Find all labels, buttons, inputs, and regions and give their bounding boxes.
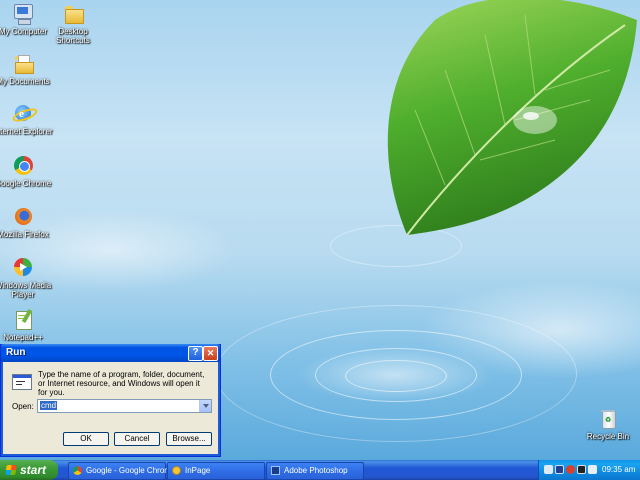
- folder-icon: [62, 3, 84, 25]
- taskbar-item-label: Adobe Photoshop: [284, 466, 348, 475]
- desktop-icon-label: Desktop Shortcuts: [56, 27, 90, 45]
- run-dialog[interactable]: Run ? ✕ Type the name of a program, fold…: [0, 344, 221, 457]
- security-icon[interactable]: [566, 465, 575, 474]
- taskbar-item-label: InPage: [185, 466, 211, 475]
- clock[interactable]: 09:35 am: [602, 460, 635, 480]
- start-button[interactable]: start: [0, 460, 58, 480]
- taskbar: start Google - Google Chrome InPage Adob…: [0, 460, 640, 480]
- photoshop-icon: [271, 466, 280, 475]
- desktop-icon-mozilla-firefox[interactable]: Mozilla Firefox: [0, 206, 53, 239]
- browse-button[interactable]: Browse...: [166, 432, 212, 446]
- taskbar-item-label: Google - Google Chrome: [86, 466, 176, 475]
- system-tray: 09:35 am: [538, 460, 640, 480]
- close-button[interactable]: ✕: [203, 346, 218, 361]
- inpage-icon: [172, 466, 181, 475]
- network-icon[interactable]: [544, 465, 553, 474]
- desktop-icon-windows-media-player[interactable]: Windows Media Player: [0, 257, 53, 299]
- desktop-icon-internet-explorer[interactable]: e Internet Explorer: [0, 103, 53, 136]
- ok-button[interactable]: OK: [63, 432, 109, 446]
- desktop-icon-label: Google Chrome: [0, 179, 52, 188]
- windows-logo-icon: [5, 465, 17, 475]
- firefox-icon: [12, 206, 34, 228]
- desktop-icon-recycle-bin[interactable]: ♻ Recycle Bin: [578, 408, 638, 441]
- desktop-icon-label: Notepad++: [3, 333, 43, 342]
- help-button[interactable]: ?: [188, 346, 203, 361]
- cancel-button[interactable]: Cancel: [114, 432, 160, 446]
- desktop-icon-my-documents[interactable]: My Documents: [0, 53, 53, 86]
- taskbar-item-inpage[interactable]: InPage: [167, 462, 265, 480]
- recycle-bin-icon: ♻: [597, 408, 619, 430]
- leaf-wallpaper-graphic: [387, 0, 637, 236]
- desktop-icon-label: Mozilla Firefox: [0, 230, 49, 239]
- desktop-icon-label: Recycle Bin: [586, 432, 630, 441]
- desktop-icon-label: My Documents: [0, 77, 50, 86]
- display-icon[interactable]: [588, 465, 597, 474]
- desktop-icon-google-chrome[interactable]: Google Chrome: [0, 155, 53, 188]
- chevron-down-icon[interactable]: [199, 400, 211, 412]
- taskbar-item-chrome[interactable]: Google - Google Chrome: [68, 462, 175, 480]
- run-dialog-body: Type the name of a program, folder, docu…: [4, 362, 217, 453]
- chrome-icon: [73, 466, 82, 475]
- computer-icon: [12, 3, 34, 25]
- water-ripple-decoration: [215, 305, 577, 442]
- chrome-icon: [12, 155, 34, 177]
- desktop-icon-label: Windows Media Player: [0, 281, 52, 299]
- run-program-icon: [12, 374, 32, 390]
- open-label: Open:: [12, 402, 34, 411]
- open-combobox[interactable]: cmd: [37, 399, 212, 413]
- start-label: start: [20, 463, 47, 477]
- open-input-value[interactable]: cmd: [40, 401, 58, 410]
- app-tray-icon[interactable]: [577, 465, 586, 474]
- run-dialog-titlebar[interactable]: Run ? ✕: [1, 344, 220, 362]
- desktop-icon-desktop-shortcuts[interactable]: Desktop Shortcuts: [43, 3, 103, 45]
- internet-explorer-icon: e: [11, 103, 39, 125]
- desktop-icon-notepad-plus-plus[interactable]: Notepad++: [0, 308, 53, 342]
- documents-folder-icon: [12, 53, 34, 75]
- taskbar-item-photoshop[interactable]: Adobe Photoshop: [266, 462, 364, 480]
- media-player-icon: [12, 257, 34, 279]
- run-description: Type the name of a program, folder, docu…: [38, 370, 205, 397]
- volume-icon[interactable]: [555, 465, 564, 474]
- desktop-icon-label: Internet Explorer: [0, 127, 53, 136]
- run-dialog-title: Run: [6, 347, 26, 358]
- notepad-icon: [12, 308, 34, 331]
